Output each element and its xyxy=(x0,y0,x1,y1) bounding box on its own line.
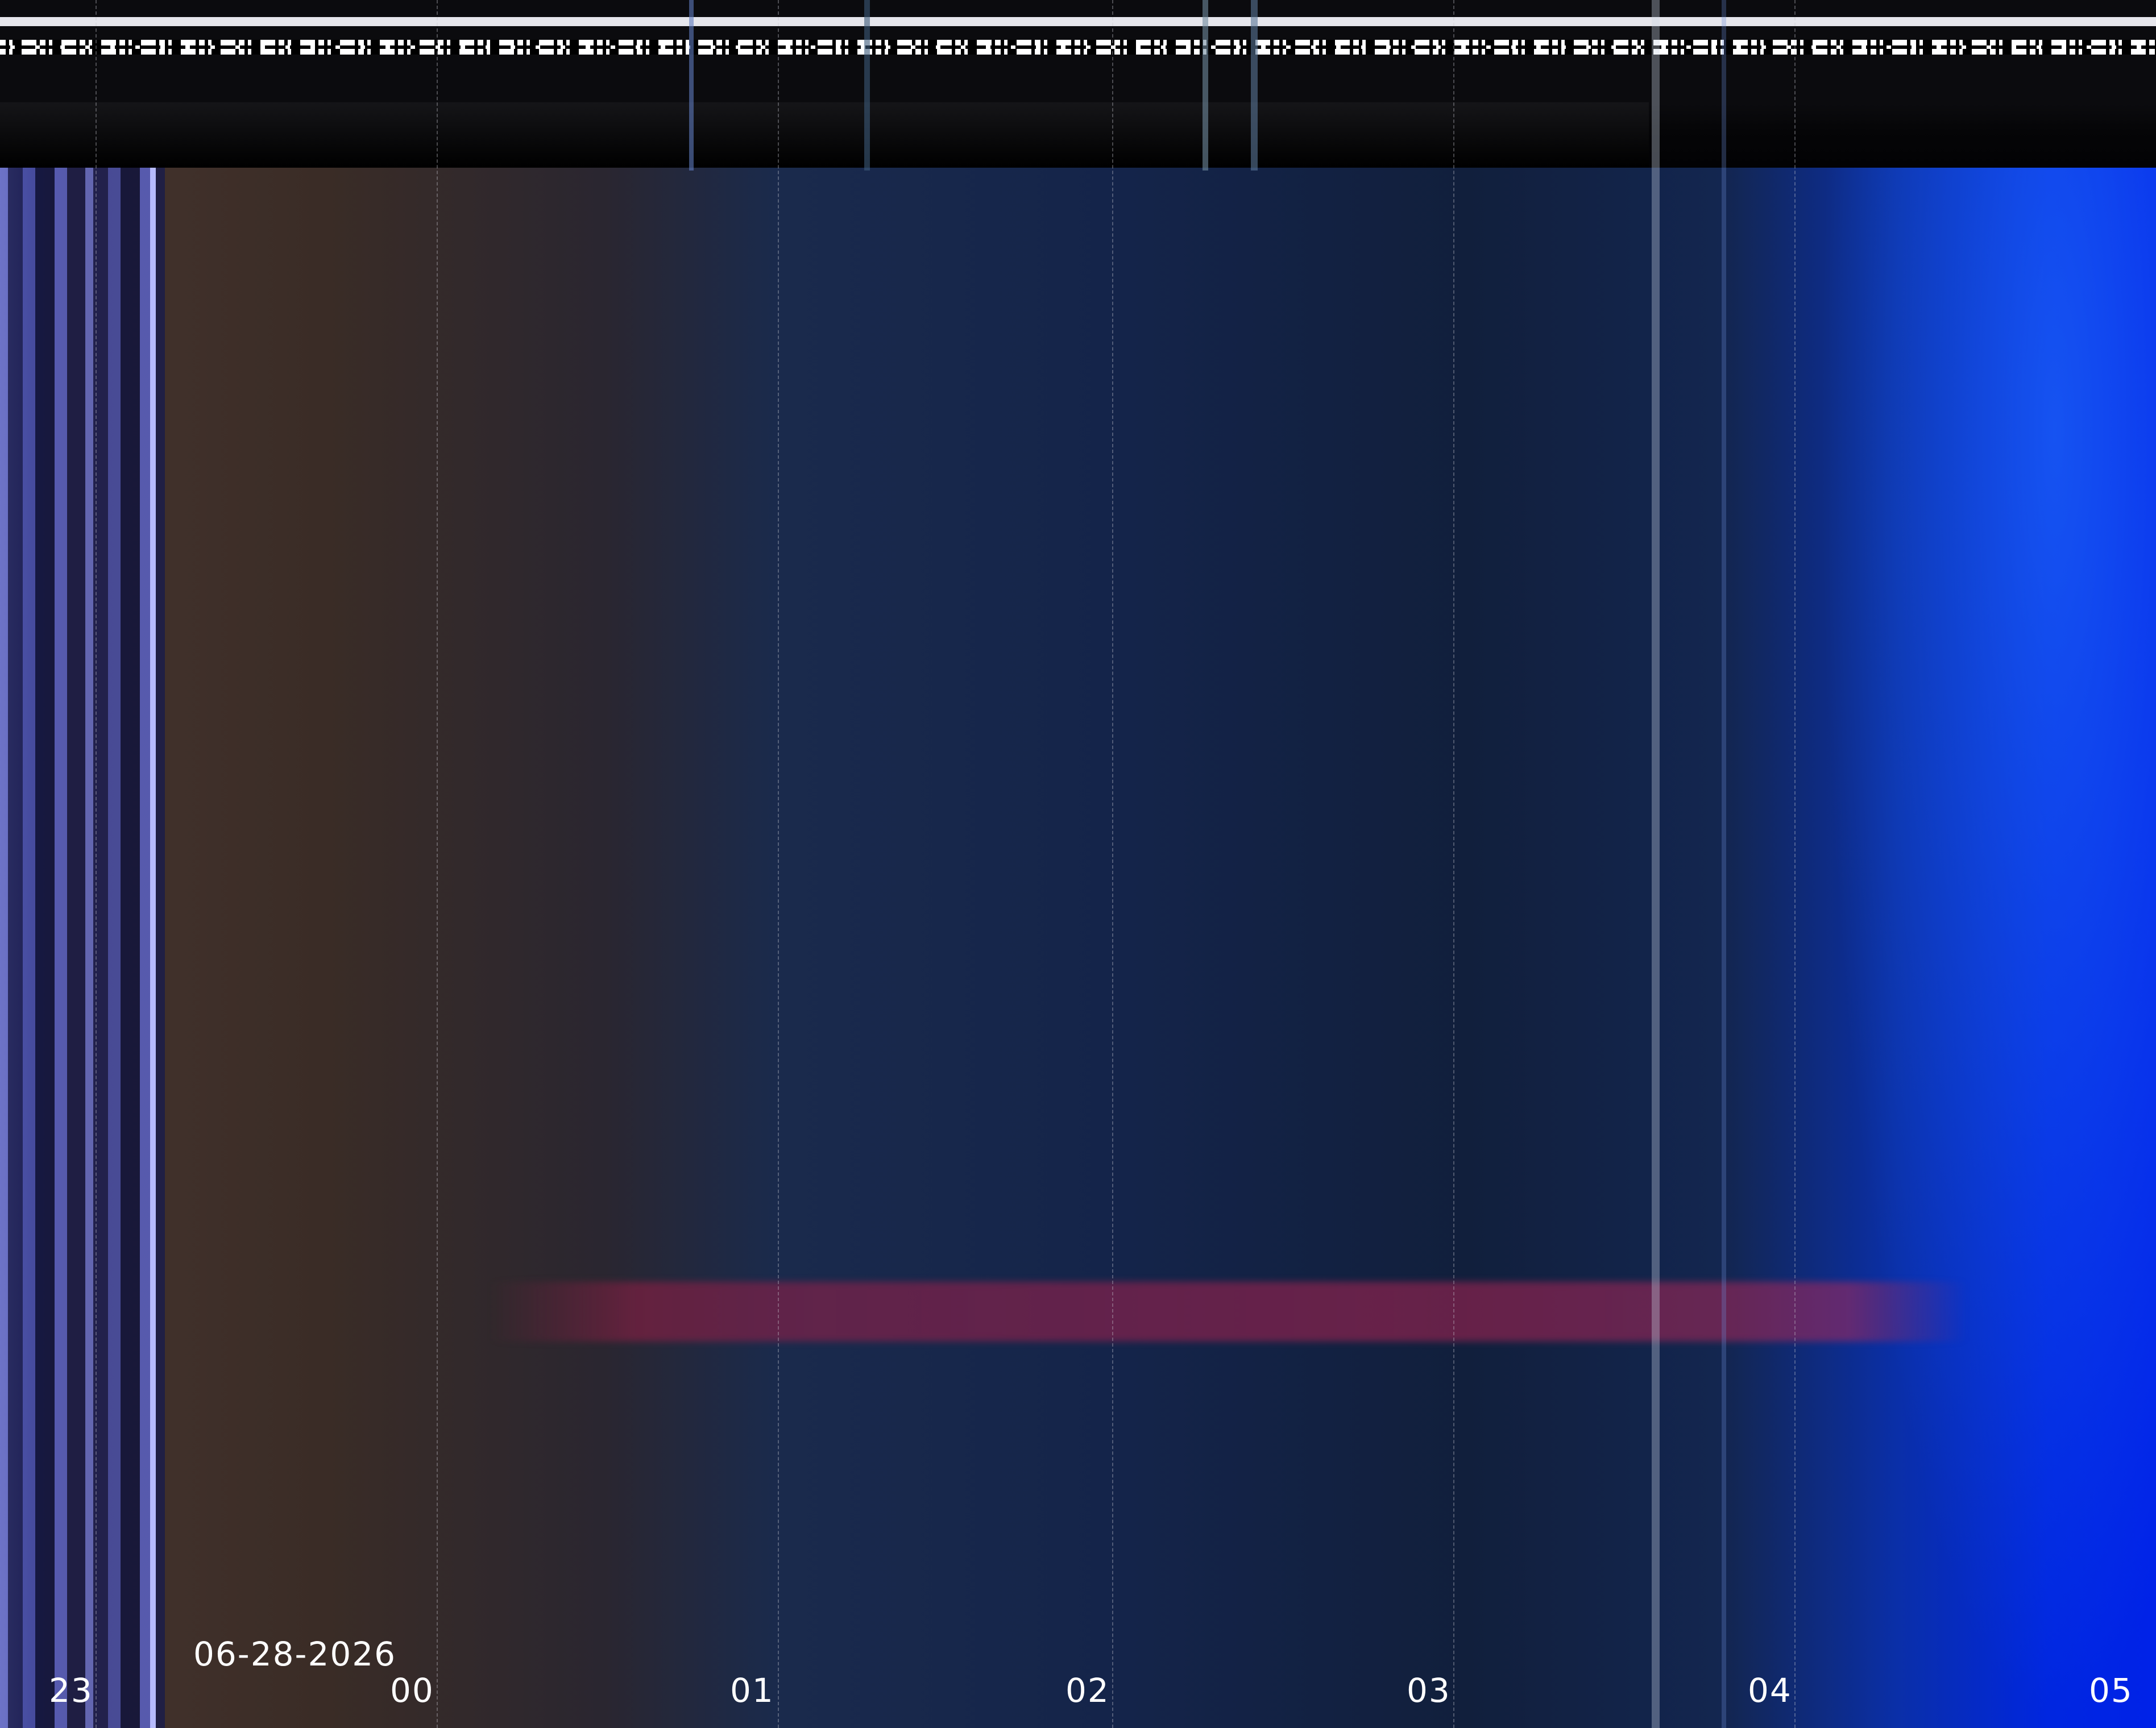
hour-grid-line xyxy=(1112,0,1113,1728)
hour-tick-label: 01 xyxy=(730,1671,774,1710)
hour-grid-line xyxy=(437,0,438,1728)
hour-tick-label: 00 xyxy=(390,1671,434,1710)
hour-grid-line xyxy=(1794,0,1796,1728)
hour-grid-line xyxy=(778,0,779,1728)
hour-tick-label: 04 xyxy=(1748,1671,1792,1710)
dawn-blue-glow xyxy=(1819,0,2156,1728)
time-lapse-image: 06-28-2026 23 00 01 02 03 04 05 xyxy=(0,0,2156,1728)
top-vertical-streak xyxy=(864,0,870,171)
top-vertical-streak xyxy=(1203,0,1208,171)
hour-tick-label: 23 xyxy=(49,1671,93,1710)
hour-grid-line xyxy=(1453,0,1454,1728)
hour-grid-line xyxy=(96,0,97,1728)
top-white-rule xyxy=(0,17,2156,26)
encoded-data-strip-inner xyxy=(0,45,2156,49)
top-band-fade xyxy=(0,102,1649,168)
top-vertical-streak xyxy=(1722,0,1726,1728)
date-label: 06-28-2026 xyxy=(193,1635,397,1673)
hour-tick-label: 05 xyxy=(2089,1671,2133,1710)
red-light-streak xyxy=(489,1282,1967,1341)
hour-tick-label: 03 xyxy=(1407,1671,1451,1710)
hour-tick-label: 02 xyxy=(1065,1671,1110,1710)
left-color-band xyxy=(0,0,165,1728)
top-vertical-streak xyxy=(1652,0,1660,1728)
top-vertical-streak xyxy=(689,0,694,171)
left-bright-line xyxy=(150,0,156,1728)
top-vertical-streak xyxy=(1251,0,1258,171)
